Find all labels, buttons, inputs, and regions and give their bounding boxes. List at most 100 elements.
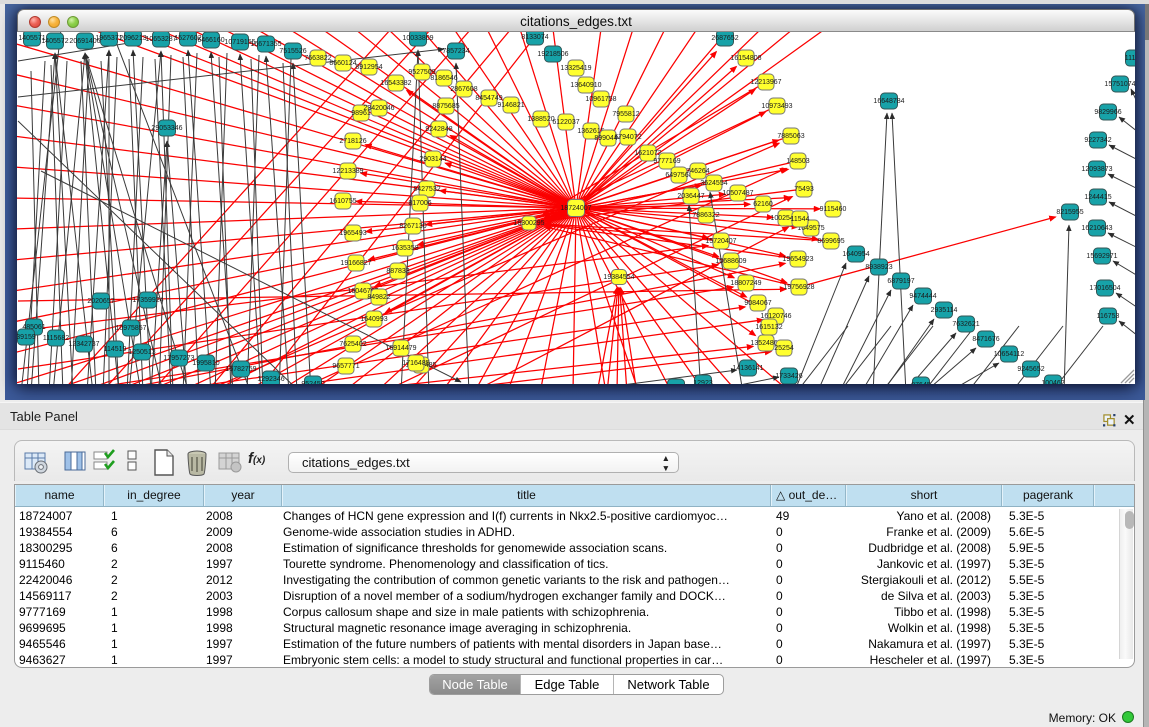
svg-text:39159: 39159	[17, 334, 36, 341]
svg-text:10507487: 10507487	[722, 190, 753, 197]
svg-text:25254: 25254	[774, 345, 794, 352]
svg-text:15720407: 15720407	[705, 238, 736, 245]
svg-text:817006: 817006	[408, 200, 431, 207]
svg-text:7857234: 7857234	[442, 48, 469, 55]
svg-text:11178: 11178	[1125, 55, 1135, 62]
svg-text:9227342: 9227342	[1084, 137, 1111, 144]
svg-text:9084067: 9084067	[744, 300, 771, 307]
svg-text:1610755: 1610755	[329, 198, 356, 205]
svg-text:114519: 114519	[104, 346, 127, 353]
svg-text:6794072: 6794072	[614, 134, 641, 141]
svg-text:8454749: 8454749	[475, 95, 502, 102]
svg-text:9115460: 9115460	[820, 206, 847, 213]
svg-text:16543382: 16543382	[380, 80, 411, 87]
svg-text:8471676: 8471676	[972, 336, 999, 343]
svg-text:9146821: 9146821	[497, 102, 524, 109]
svg-text:8215955: 8215955	[1056, 209, 1083, 216]
svg-text:75493: 75493	[794, 186, 814, 193]
svg-text:1733426: 1733426	[775, 373, 802, 380]
svg-text:1640993: 1640993	[360, 316, 387, 323]
svg-text:23420046: 23420046	[363, 105, 394, 112]
svg-text:18724007: 18724007	[560, 205, 591, 212]
svg-text:9829966: 9829966	[1094, 109, 1121, 116]
svg-text:8133074: 8133074	[521, 34, 548, 41]
svg-text:12093873: 12093873	[1081, 166, 1112, 173]
svg-text:887833: 887833	[386, 268, 409, 275]
svg-text:746264: 746264	[686, 168, 709, 175]
svg-text:116753: 116753	[1097, 313, 1120, 320]
svg-text:7515526: 7515526	[279, 48, 306, 55]
svg-text:87645: 87645	[911, 382, 931, 384]
svg-text:9474444: 9474444	[909, 293, 936, 300]
svg-text:7625402: 7625402	[339, 341, 366, 348]
svg-text:16210643: 16210643	[1081, 225, 1112, 232]
svg-text:8427532: 8427532	[413, 186, 440, 193]
svg-text:10973493: 10973493	[761, 103, 792, 110]
svg-text:10961758: 10961758	[585, 96, 616, 103]
svg-text:1640954: 1640954	[842, 251, 869, 258]
svg-text:12213389: 12213389	[332, 168, 363, 175]
svg-text:1292346: 1292346	[257, 376, 284, 383]
svg-text:10653287: 10653287	[145, 36, 176, 43]
svg-text:2036447: 2036447	[677, 193, 704, 200]
svg-text:8912954: 8912954	[355, 64, 382, 71]
svg-text:8699695: 8699695	[817, 238, 844, 245]
svg-text:16914479: 16914479	[385, 345, 416, 352]
svg-text:2718126: 2718126	[339, 138, 366, 145]
svg-text:62160: 62160	[753, 201, 773, 208]
svg-text:1388520: 1388520	[527, 116, 554, 123]
svg-text:1621072: 1621072	[634, 150, 661, 157]
svg-text:29053346: 29053346	[151, 125, 182, 132]
svg-text:16671355: 16671355	[250, 41, 281, 48]
svg-text:18300295: 18300295	[513, 220, 544, 227]
svg-text:13325419: 13325419	[560, 65, 591, 72]
svg-text:13640910: 13640910	[570, 82, 601, 89]
svg-text:7886322: 7886322	[692, 212, 719, 219]
svg-text:1995810: 1995810	[192, 360, 219, 367]
svg-text:19756928: 19756928	[783, 284, 814, 291]
svg-text:1405572: 1405572	[41, 38, 68, 45]
svg-text:148503: 148503	[786, 158, 809, 165]
svg-text:10654112: 10654112	[994, 351, 1025, 358]
svg-text:8267130: 8267130	[399, 223, 426, 230]
svg-text:2096213: 2096213	[119, 35, 146, 42]
svg-text:1244415: 1244415	[1084, 194, 1111, 201]
svg-text:952450: 952450	[301, 381, 324, 384]
svg-text:2935114: 2935114	[931, 307, 958, 314]
svg-text:6879197: 6879197	[887, 278, 914, 285]
svg-text:6122037: 6122037	[552, 119, 579, 126]
svg-text:16648784: 16648784	[873, 98, 904, 105]
svg-text:100462: 100462	[1041, 380, 1064, 384]
svg-text:1965493: 1965493	[339, 230, 366, 237]
svg-text:8938923: 8938923	[865, 264, 892, 271]
svg-text:2903144: 2903144	[419, 156, 446, 163]
svg-text:11544: 11544	[791, 216, 810, 223]
svg-text:9657771: 9657771	[332, 363, 359, 370]
svg-text:12342737: 12342737	[68, 341, 99, 348]
svg-text:19218506: 19218506	[537, 51, 568, 58]
svg-text:1635358: 1635358	[391, 245, 418, 252]
svg-text:18807249: 18807249	[730, 280, 761, 287]
svg-text:7632621: 7632621	[952, 321, 979, 328]
svg-text:12923: 12923	[693, 380, 713, 384]
svg-text:8660124: 8660124	[329, 60, 356, 67]
svg-text:1716485: 1716485	[402, 360, 429, 367]
svg-text:17016504: 17016504	[1089, 285, 1120, 292]
svg-text:1115682: 1115682	[43, 335, 69, 342]
svg-text:9242848: 9242848	[425, 126, 452, 133]
svg-text:1250513: 1250513	[128, 349, 155, 356]
svg-text:15751074: 15751074	[1104, 81, 1135, 88]
svg-text:12213967: 12213967	[750, 79, 781, 86]
svg-text:17957273: 17957273	[163, 355, 194, 362]
svg-text:8186546: 8186546	[430, 75, 457, 82]
svg-text:16782759: 16782759	[225, 366, 256, 373]
svg-text:2020657: 2020657	[87, 298, 114, 305]
svg-text:14136141: 14136141	[732, 365, 763, 372]
svg-text:849822: 849822	[367, 294, 390, 301]
svg-text:6466160: 6466160	[197, 37, 224, 44]
svg-text:10033809: 10033809	[402, 35, 433, 42]
svg-text:2687652: 2687652	[711, 35, 738, 42]
svg-text:3624554: 3624554	[700, 180, 727, 187]
svg-text:19384554: 19384554	[603, 274, 634, 281]
svg-text:7663822: 7663822	[304, 55, 331, 62]
